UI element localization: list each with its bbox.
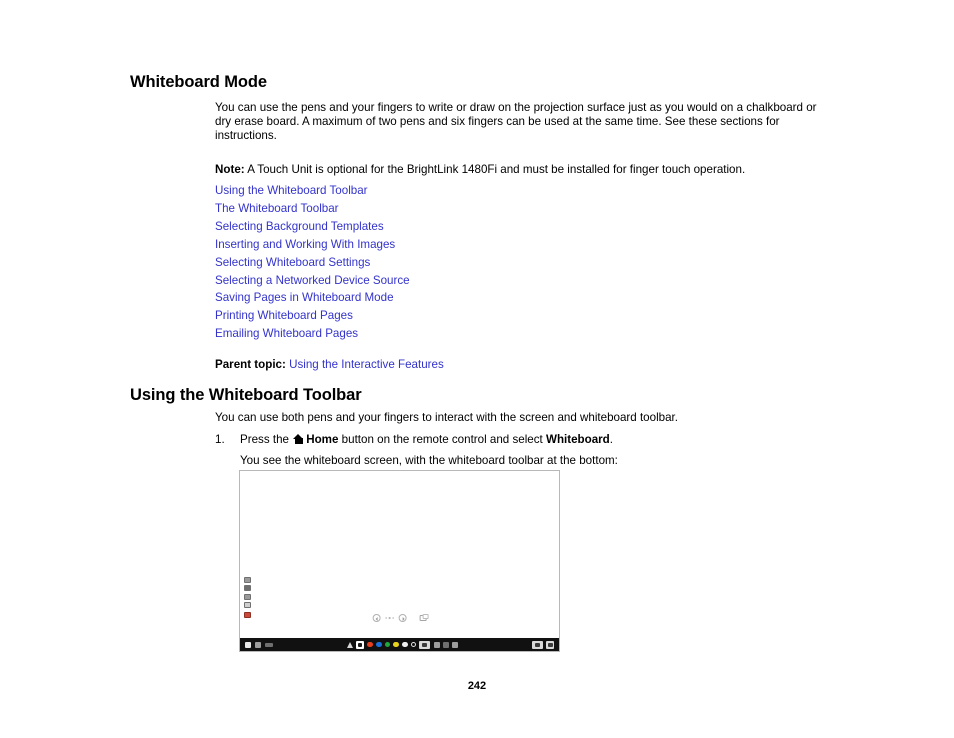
note-text: A Touch Unit is optional for the BrightL… — [244, 162, 746, 176]
wb-tb-open-file-icon[interactable] — [255, 641, 261, 648]
color-red-swatch[interactable] — [367, 641, 373, 648]
wb-tb-new-page-icon[interactable] — [245, 641, 251, 648]
parent-topic-link[interactable]: Using the Interactive Features — [289, 358, 444, 371]
parent-topic: Parent topic: Using the Interactive Feat… — [215, 358, 444, 372]
link-the-whiteboard-toolbar[interactable]: The Whiteboard Toolbar — [215, 200, 615, 218]
wb-tool-settings-icon[interactable] — [244, 601, 251, 608]
subsection-intro: You can use both pens and your fingers t… — [215, 410, 678, 424]
step-text-before: Press the — [240, 432, 289, 446]
add-page-icon[interactable] — [419, 614, 429, 621]
wb-tool-capture-icon[interactable] — [244, 577, 251, 584]
next-page-arrow-icon[interactable] — [398, 614, 407, 622]
link-using-the-whiteboard-toolbar[interactable]: Using the Whiteboard Toolbar — [215, 182, 615, 200]
note-line: Note: A Touch Unit is optional for the B… — [215, 163, 835, 177]
color-blue-swatch[interactable] — [376, 641, 382, 648]
whiteboard-menu-label: Whiteboard — [546, 432, 610, 446]
related-topics-list: Using the Whiteboard Toolbar The Whitebo… — [215, 182, 615, 343]
link-inserting-and-working-with-images[interactable]: Inserting and Working With Images — [215, 236, 615, 254]
undo-icon[interactable] — [433, 641, 440, 648]
wb-tool-record-icon[interactable] — [244, 611, 251, 618]
color-yellow-swatch[interactable] — [393, 641, 399, 648]
wb-tool-save-icon[interactable] — [244, 593, 251, 600]
trash-icon[interactable] — [452, 641, 459, 648]
whiteboard-canvas[interactable] — [240, 471, 559, 638]
whiteboard-toolbar-left-group — [240, 641, 273, 648]
link-emailing-whiteboard-pages[interactable]: Emailing Whiteboard Pages — [215, 325, 615, 343]
pen-selected-indicator[interactable] — [356, 640, 365, 649]
document-page: Whiteboard Mode You can use the pens and… — [0, 0, 954, 738]
step-1-result: You see the whiteboard screen, with the … — [240, 453, 618, 467]
whiteboard-screen-figure — [239, 470, 560, 652]
step-1: 1. Press the Home button on the remote co… — [215, 432, 613, 447]
wb-tb-menu-icon[interactable] — [265, 642, 273, 647]
prev-page-arrow-icon[interactable] — [372, 614, 381, 622]
parent-topic-label: Parent topic: — [215, 357, 286, 371]
page-number: 242 — [467, 680, 487, 692]
color-green-swatch[interactable] — [384, 641, 391, 648]
home-button-label: Home — [306, 432, 339, 446]
page-indicator-dots — [385, 617, 394, 619]
wb-tb-close-icon[interactable] — [546, 640, 554, 649]
home-icon — [293, 433, 304, 444]
color-custom-swatch[interactable] — [410, 641, 417, 648]
step-text-end: . — [609, 432, 613, 446]
step-number: 1. — [215, 432, 225, 446]
whiteboard-page-navigation — [372, 614, 429, 622]
whiteboard-toolbar-center-group — [273, 640, 532, 649]
wb-tb-screen-share-icon[interactable] — [532, 640, 543, 649]
page-title: Whiteboard Mode — [130, 73, 267, 92]
eraser-icon[interactable] — [419, 640, 431, 649]
note-label: Note: — [215, 162, 245, 176]
wb-tool-print-icon[interactable] — [244, 585, 251, 592]
subsection-title: Using the Whiteboard Toolbar — [130, 385, 362, 404]
whiteboard-toolbar-right-group — [532, 640, 559, 649]
pen-tool-icon[interactable] — [346, 641, 353, 648]
step-text-middle: button on the remote control and select — [341, 432, 543, 446]
link-selecting-background-templates[interactable]: Selecting Background Templates — [215, 218, 615, 236]
intro-paragraph: You can use the pens and your fingers to… — [215, 100, 817, 143]
link-printing-whiteboard-pages[interactable]: Printing Whiteboard Pages — [215, 307, 615, 325]
whiteboard-left-tool-strip — [244, 577, 253, 620]
link-saving-pages-in-whiteboard-mode[interactable]: Saving Pages in Whiteboard Mode — [215, 289, 615, 307]
link-selecting-a-networked-device-source[interactable]: Selecting a Networked Device Source — [215, 272, 615, 290]
redo-icon[interactable] — [442, 641, 449, 648]
whiteboard-toolbar — [240, 638, 559, 651]
color-black-swatch[interactable] — [402, 641, 408, 648]
link-selecting-whiteboard-settings[interactable]: Selecting Whiteboard Settings — [215, 254, 615, 272]
